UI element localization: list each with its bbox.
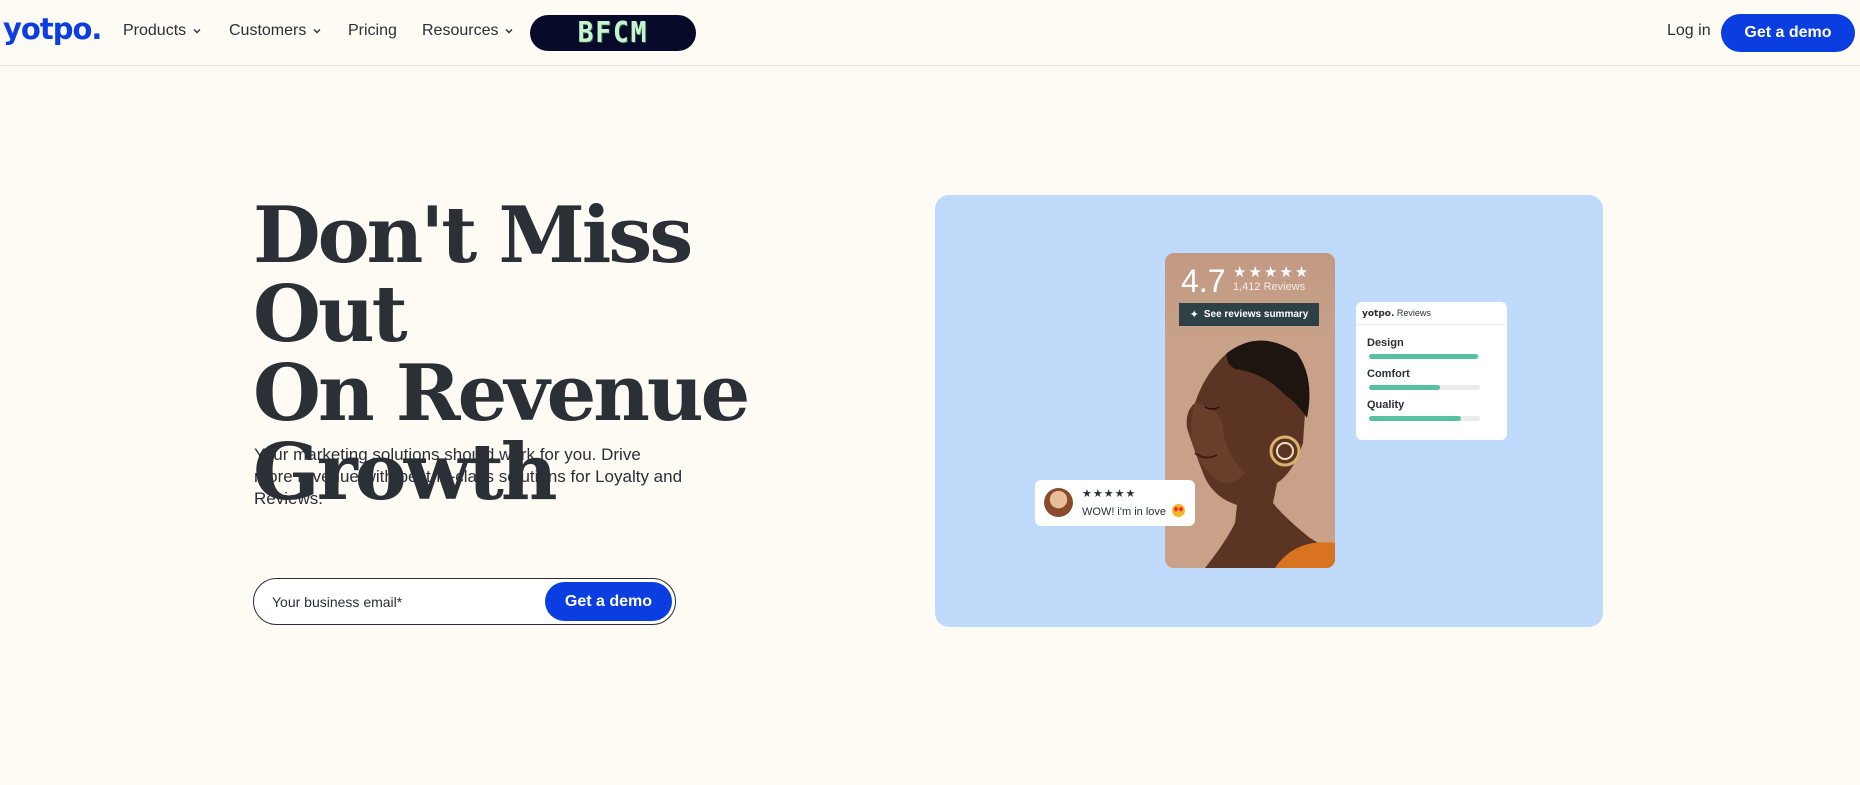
nav-resources-label: Resources <box>422 22 499 39</box>
chevron-down-icon <box>193 29 201 34</box>
avatar <box>1044 488 1073 517</box>
attribute-label-design: Design <box>1367 337 1404 349</box>
chevron-down-icon <box>505 29 513 34</box>
hero-get-demo-button[interactable]: Get a demo <box>545 582 672 621</box>
attribute-label-comfort: Comfort <box>1367 368 1410 380</box>
attribute-bar-design <box>1369 354 1480 359</box>
summary-button-label: See reviews summary <box>1203 309 1309 320</box>
heart-eyes-emoji-icon <box>1172 504 1186 517</box>
business-email-input[interactable] <box>272 592 522 612</box>
chevron-down-icon <box>313 29 321 34</box>
widget-divider <box>1356 324 1507 325</box>
widget-header: yotpo. Reviews <box>1362 308 1431 319</box>
headline-line: On Revenue <box>253 348 750 439</box>
bar-fill <box>1369 385 1441 390</box>
site-header: yotpo. Products Customers Pricing Resour… <box>0 0 1860 66</box>
hero-subcopy: Your marketing solutions should work for… <box>254 445 683 508</box>
nav-customers-label: Customers <box>229 22 307 39</box>
hero-visual-panel: 4.7 ★★★★★ 1,412 Reviews ✦ See reviews su… <box>935 195 1603 627</box>
see-reviews-summary-button[interactable]: ✦ See reviews summary <box>1179 303 1319 326</box>
review-text-wrap: WOW! i'm in love <box>1082 504 1186 518</box>
model-portrait-image <box>1165 333 1335 568</box>
bar-fill <box>1369 416 1462 421</box>
nav-pricing-label: Pricing <box>348 22 397 39</box>
user-review-card: ★★★★★ WOW! i'm in love <box>1035 480 1195 526</box>
attribute-bar-comfort <box>1369 385 1480 390</box>
attribute-bar-quality <box>1369 416 1480 421</box>
reviews-count: 1,412 Reviews <box>1233 281 1306 293</box>
nav-customers[interactable]: Customers <box>229 22 322 40</box>
nav-resources[interactable]: Resources <box>422 22 514 40</box>
review-text: WOW! i'm in love <box>1082 506 1166 518</box>
nav-products[interactable]: Products <box>123 22 202 40</box>
yotpo-logo[interactable]: yotpo. <box>3 12 102 46</box>
bar-fill <box>1369 354 1478 359</box>
review-stars: ★★★★★ <box>1082 488 1137 500</box>
headline-line: Don't Miss Out <box>253 190 693 360</box>
bfcm-badge-text: BFCM <box>577 16 649 50</box>
widget-title: Reviews <box>1396 308 1431 318</box>
header-get-demo-button[interactable]: Get a demo <box>1721 14 1855 52</box>
demo-email-form: Get a demo <box>253 578 676 625</box>
nav-products-label: Products <box>123 22 187 39</box>
attribute-label-quality: Quality <box>1367 399 1405 411</box>
widget-brand: yotpo. <box>1362 309 1395 319</box>
attribute-reviews-widget: yotpo. Reviews Design Comfort Quality <box>1356 302 1507 440</box>
average-rating: 4.7 <box>1181 263 1226 299</box>
sparkle-icon: ✦ <box>1189 309 1199 321</box>
rating-stars: ★★★★★ <box>1233 264 1311 281</box>
nav-pricing[interactable]: Pricing <box>348 22 397 40</box>
login-link[interactable]: Log in <box>1667 22 1711 40</box>
bfcm-promo-badge[interactable]: BFCM <box>530 15 696 51</box>
